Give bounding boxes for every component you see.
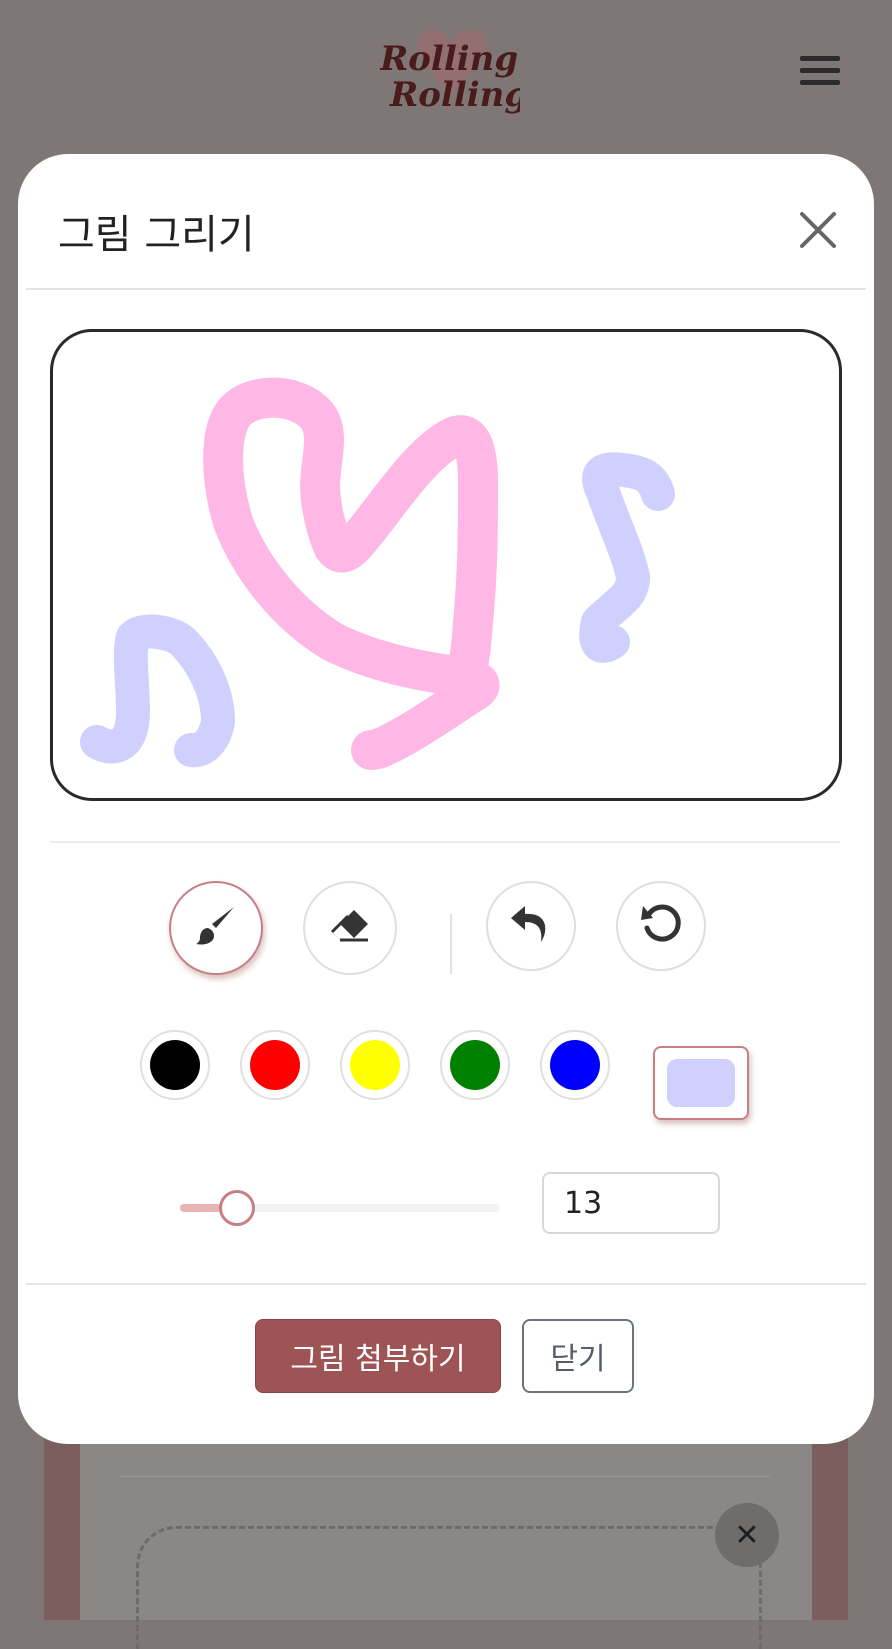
- eraser-icon: [328, 904, 372, 952]
- color-swatch-red[interactable]: [240, 1030, 310, 1100]
- color-swatch-yellow[interactable]: [340, 1030, 410, 1100]
- hamburger-menu-icon[interactable]: [800, 56, 840, 92]
- close-icon[interactable]: [798, 210, 838, 250]
- footer-divider: [26, 1283, 866, 1285]
- color-swatch-blue[interactable]: [540, 1030, 610, 1100]
- brush-size-input[interactable]: [542, 1172, 720, 1234]
- undo-button[interactable]: [486, 881, 576, 971]
- eraser-button[interactable]: [303, 881, 397, 975]
- canvas-divider: [50, 841, 840, 843]
- tool-separator: [450, 914, 452, 974]
- drawing-canvas[interactable]: [50, 329, 842, 801]
- color-swatch-green[interactable]: [440, 1030, 510, 1100]
- header-divider: [26, 288, 866, 290]
- drawing-modal: 그림 그리기 13 그림 첨부하기 닫기: [18, 154, 874, 1444]
- close-button[interactable]: 닫기: [522, 1319, 634, 1393]
- logo-line-1: Rolling: [380, 39, 518, 79]
- rotate-icon: [639, 902, 683, 950]
- logo-line-2: Rolling: [389, 75, 520, 115]
- attach-drawing-button[interactable]: 그림 첨부하기: [255, 1319, 501, 1393]
- undo-icon: [509, 902, 553, 950]
- brush-button[interactable]: [169, 881, 263, 975]
- custom-color-picker[interactable]: [653, 1046, 749, 1120]
- color-swatch-black[interactable]: [140, 1030, 210, 1100]
- modal-title: 그림 그리기: [58, 212, 255, 258]
- reset-button[interactable]: [616, 881, 706, 971]
- brush-size-slider-thumb[interactable]: [218, 1190, 255, 1226]
- background-close-icon[interactable]: ✕: [715, 1503, 779, 1567]
- paintbrush-icon: [194, 904, 238, 952]
- background-divider: [120, 1476, 770, 1477]
- background-dropzone: [136, 1526, 762, 1649]
- logo[interactable]: Rolling Rolling: [379, 22, 528, 122]
